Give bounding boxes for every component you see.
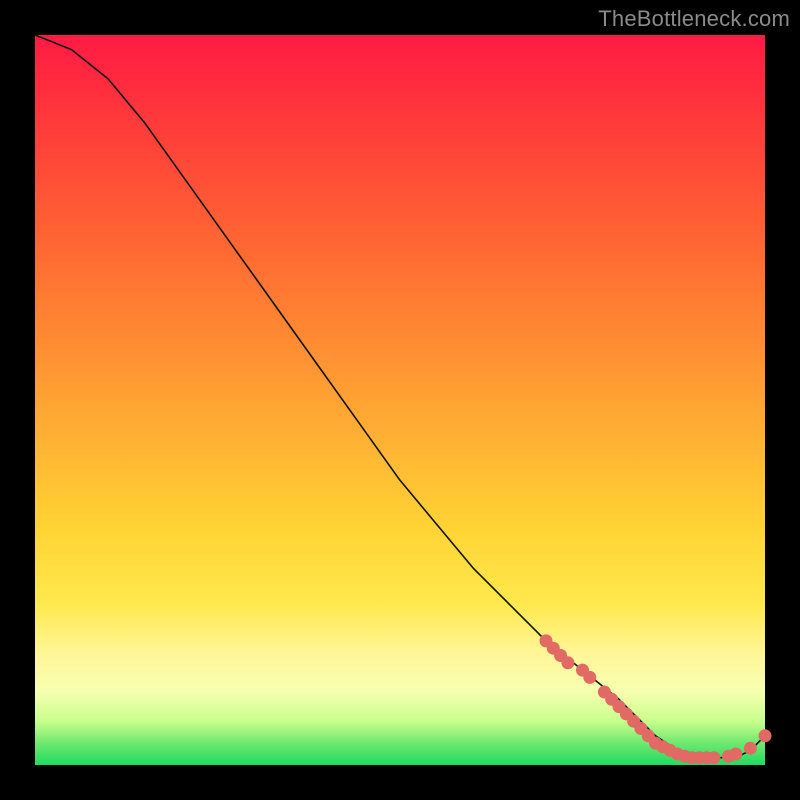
data-marker: [583, 671, 596, 684]
bottleneck-curve: [35, 35, 765, 758]
data-marker: [729, 748, 742, 761]
curve-markers: [540, 634, 772, 764]
chart-svg: [35, 35, 765, 765]
chart-frame: TheBottleneck.com: [0, 0, 800, 800]
data-marker: [561, 656, 574, 669]
plot-area: [35, 35, 765, 765]
data-marker: [707, 751, 720, 764]
data-marker: [744, 742, 757, 755]
data-marker: [759, 729, 772, 742]
watermark-text: TheBottleneck.com: [598, 6, 790, 32]
